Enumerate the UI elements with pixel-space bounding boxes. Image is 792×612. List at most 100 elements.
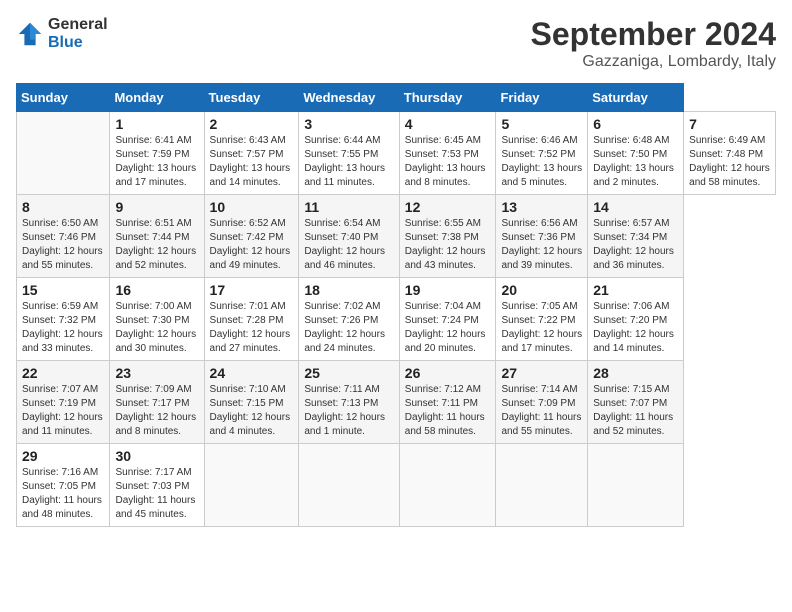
day-number: 18 [304, 282, 393, 298]
day-number: 1 [115, 116, 198, 132]
day-info: Sunrise: 6:45 AM Sunset: 7:53 PM Dayligh… [405, 134, 491, 190]
day-info: Sunrise: 7:14 AM Sunset: 7:09 PM Dayligh… [501, 383, 582, 439]
calendar-day-3: 3 Sunrise: 6:44 AM Sunset: 7:55 PM Daylig… [299, 112, 399, 195]
empty-cell [299, 444, 399, 527]
day-info: Sunrise: 7:04 AM Sunset: 7:24 PM Dayligh… [405, 300, 491, 356]
calendar-day-2: 2 Sunrise: 6:43 AM Sunset: 7:57 PM Daylig… [204, 112, 299, 195]
day-info: Sunrise: 7:12 AM Sunset: 7:11 PM Dayligh… [405, 383, 491, 439]
day-info: Sunrise: 6:43 AM Sunset: 7:57 PM Dayligh… [210, 134, 294, 190]
day-info: Sunrise: 6:50 AM Sunset: 7:46 PM Dayligh… [22, 217, 104, 273]
empty-cell [588, 444, 684, 527]
day-info: Sunrise: 6:44 AM Sunset: 7:55 PM Dayligh… [304, 134, 393, 190]
calendar-day-9: 9 Sunrise: 6:51 AM Sunset: 7:44 PM Daylig… [110, 195, 204, 278]
empty-cell [17, 112, 110, 195]
calendar-day-23: 23Sunrise: 7:09 AM Sunset: 7:17 PM Dayli… [110, 361, 204, 444]
day-info: Sunrise: 6:59 AM Sunset: 7:32 PM Dayligh… [22, 300, 104, 356]
calendar-body: 1 Sunrise: 6:41 AM Sunset: 7:59 PM Daylig… [17, 112, 776, 527]
day-info: Sunrise: 7:16 AM Sunset: 7:05 PM Dayligh… [22, 466, 104, 522]
calendar-day-11: 11 Sunrise: 6:54 AM Sunset: 7:40 PM Dayli… [299, 195, 399, 278]
calendar-week-5: 29 Sunrise: 7:16 AM Sunset: 7:05 PM Dayli… [17, 444, 776, 527]
day-number: 11 [304, 199, 393, 215]
day-info: Sunrise: 7:17 AM Sunset: 7:03 PM Dayligh… [115, 466, 198, 522]
calendar-day-15: 15 Sunrise: 6:59 AM Sunset: 7:32 PM Dayli… [17, 278, 110, 361]
logo-blue-text: Blue [48, 34, 108, 52]
day-info: Sunrise: 7:00 AM Sunset: 7:30 PM Dayligh… [115, 300, 198, 356]
day-number: 24 [210, 365, 294, 381]
calendar-day-24: 24 Sunrise: 7:10 AM Sunset: 7:15 PM Dayli… [204, 361, 299, 444]
day-info: Sunrise: 7:15 AM Sunset: 7:07 PM Dayligh… [593, 383, 678, 439]
day-number: 12 [405, 199, 491, 215]
day-number: 25 [304, 365, 393, 381]
calendar-day-27: 27 Sunrise: 7:14 AM Sunset: 7:09 PM Dayli… [496, 361, 588, 444]
day-number: 15 [22, 282, 104, 298]
day-number: 16 [115, 282, 198, 298]
day-number: 23 [115, 365, 198, 381]
day-number: 9 [115, 199, 198, 215]
day-info: Sunrise: 7:11 AM Sunset: 7:13 PM Dayligh… [304, 383, 393, 439]
day-number: 19 [405, 282, 491, 298]
day-number: 21 [593, 282, 678, 298]
day-info: Sunrise: 6:56 AM Sunset: 7:36 PM Dayligh… [501, 217, 582, 273]
calendar-day-10: 10 Sunrise: 6:52 AM Sunset: 7:42 PM Dayli… [204, 195, 299, 278]
day-info: Sunrise: 6:57 AM Sunset: 7:34 PM Dayligh… [593, 217, 678, 273]
day-number: 14 [593, 199, 678, 215]
day-info: Sunrise: 7:01 AM Sunset: 7:28 PM Dayligh… [210, 300, 294, 356]
day-number: 28 [593, 365, 678, 381]
location-title: Gazzaniga, Lombardy, Italy [531, 53, 776, 71]
empty-cell [496, 444, 588, 527]
day-number: 3 [304, 116, 393, 132]
day-info: Sunrise: 6:55 AM Sunset: 7:38 PM Dayligh… [405, 217, 491, 273]
calendar-day-30: 30 Sunrise: 7:17 AM Sunset: 7:03 PM Dayli… [110, 444, 204, 527]
calendar-day-26: 26Sunrise: 7:12 AM Sunset: 7:11 PM Dayli… [399, 361, 496, 444]
day-number: 10 [210, 199, 294, 215]
calendar-day-16: 16 Sunrise: 7:00 AM Sunset: 7:30 PM Dayli… [110, 278, 204, 361]
day-number: 8 [22, 199, 104, 215]
day-number: 6 [593, 116, 678, 132]
calendar-day-12: 12 Sunrise: 6:55 AM Sunset: 7:38 PM Dayli… [399, 195, 496, 278]
day-number: 2 [210, 116, 294, 132]
calendar-day-17: 17 Sunrise: 7:01 AM Sunset: 7:28 PM Dayli… [204, 278, 299, 361]
calendar-header-tuesday: Tuesday [204, 84, 299, 112]
day-info: Sunrise: 7:10 AM Sunset: 7:15 PM Dayligh… [210, 383, 294, 439]
day-number: 30 [115, 448, 198, 464]
day-number: 29 [22, 448, 104, 464]
calendar-day-14: 14 Sunrise: 6:57 AM Sunset: 7:34 PM Dayli… [588, 195, 684, 278]
calendar-week-1: 1 Sunrise: 6:41 AM Sunset: 7:59 PM Daylig… [17, 112, 776, 195]
calendar-day-7: 7 Sunrise: 6:49 AM Sunset: 7:48 PM Daylig… [684, 112, 776, 195]
calendar-day-4: 4 Sunrise: 6:45 AM Sunset: 7:53 PM Daylig… [399, 112, 496, 195]
calendar-week-3: 15 Sunrise: 6:59 AM Sunset: 7:32 PM Dayli… [17, 278, 776, 361]
calendar-day-18: 18 Sunrise: 7:02 AM Sunset: 7:26 PM Dayli… [299, 278, 399, 361]
calendar-week-2: 8 Sunrise: 6:50 AM Sunset: 7:46 PM Daylig… [17, 195, 776, 278]
day-info: Sunrise: 6:46 AM Sunset: 7:52 PM Dayligh… [501, 134, 582, 190]
calendar-day-21: 21 Sunrise: 7:06 AM Sunset: 7:20 PM Dayli… [588, 278, 684, 361]
day-info: Sunrise: 7:06 AM Sunset: 7:20 PM Dayligh… [593, 300, 678, 356]
calendar-day-6: 6Sunrise: 6:48 AM Sunset: 7:50 PM Daylig… [588, 112, 684, 195]
day-number: 7 [689, 116, 770, 132]
calendar-week-4: 22Sunrise: 7:07 AM Sunset: 7:19 PM Dayli… [17, 361, 776, 444]
day-number: 22 [22, 365, 104, 381]
calendar-header-thursday: Thursday [399, 84, 496, 112]
day-info: Sunrise: 6:52 AM Sunset: 7:42 PM Dayligh… [210, 217, 294, 273]
day-info: Sunrise: 6:41 AM Sunset: 7:59 PM Dayligh… [115, 134, 198, 190]
day-number: 27 [501, 365, 582, 381]
calendar-day-5: 5 Sunrise: 6:46 AM Sunset: 7:52 PM Daylig… [496, 112, 588, 195]
day-info: Sunrise: 7:02 AM Sunset: 7:26 PM Dayligh… [304, 300, 393, 356]
day-info: Sunrise: 6:49 AM Sunset: 7:48 PM Dayligh… [689, 134, 770, 190]
day-number: 4 [405, 116, 491, 132]
day-info: Sunrise: 6:51 AM Sunset: 7:44 PM Dayligh… [115, 217, 198, 273]
day-number: 5 [501, 116, 582, 132]
logo-general-text: General [48, 16, 108, 34]
day-info: Sunrise: 6:54 AM Sunset: 7:40 PM Dayligh… [304, 217, 393, 273]
calendar-day-1: 1 Sunrise: 6:41 AM Sunset: 7:59 PM Daylig… [110, 112, 204, 195]
calendar-table: SundayMondayTuesdayWednesdayThursdayFrid… [16, 83, 776, 527]
calendar-day-29: 29 Sunrise: 7:16 AM Sunset: 7:05 PM Dayli… [17, 444, 110, 527]
day-number: 20 [501, 282, 582, 298]
calendar-day-25: 25 Sunrise: 7:11 AM Sunset: 7:13 PM Dayli… [299, 361, 399, 444]
calendar-day-20: 20Sunrise: 7:05 AM Sunset: 7:22 PM Dayli… [496, 278, 588, 361]
calendar-day-19: 19 Sunrise: 7:04 AM Sunset: 7:24 PM Dayli… [399, 278, 496, 361]
logo-icon [16, 20, 44, 48]
calendar-header-friday: Friday [496, 84, 588, 112]
calendar-header-monday: Monday [110, 84, 204, 112]
day-number: 17 [210, 282, 294, 298]
calendar-header-saturday: Saturday [588, 84, 684, 112]
